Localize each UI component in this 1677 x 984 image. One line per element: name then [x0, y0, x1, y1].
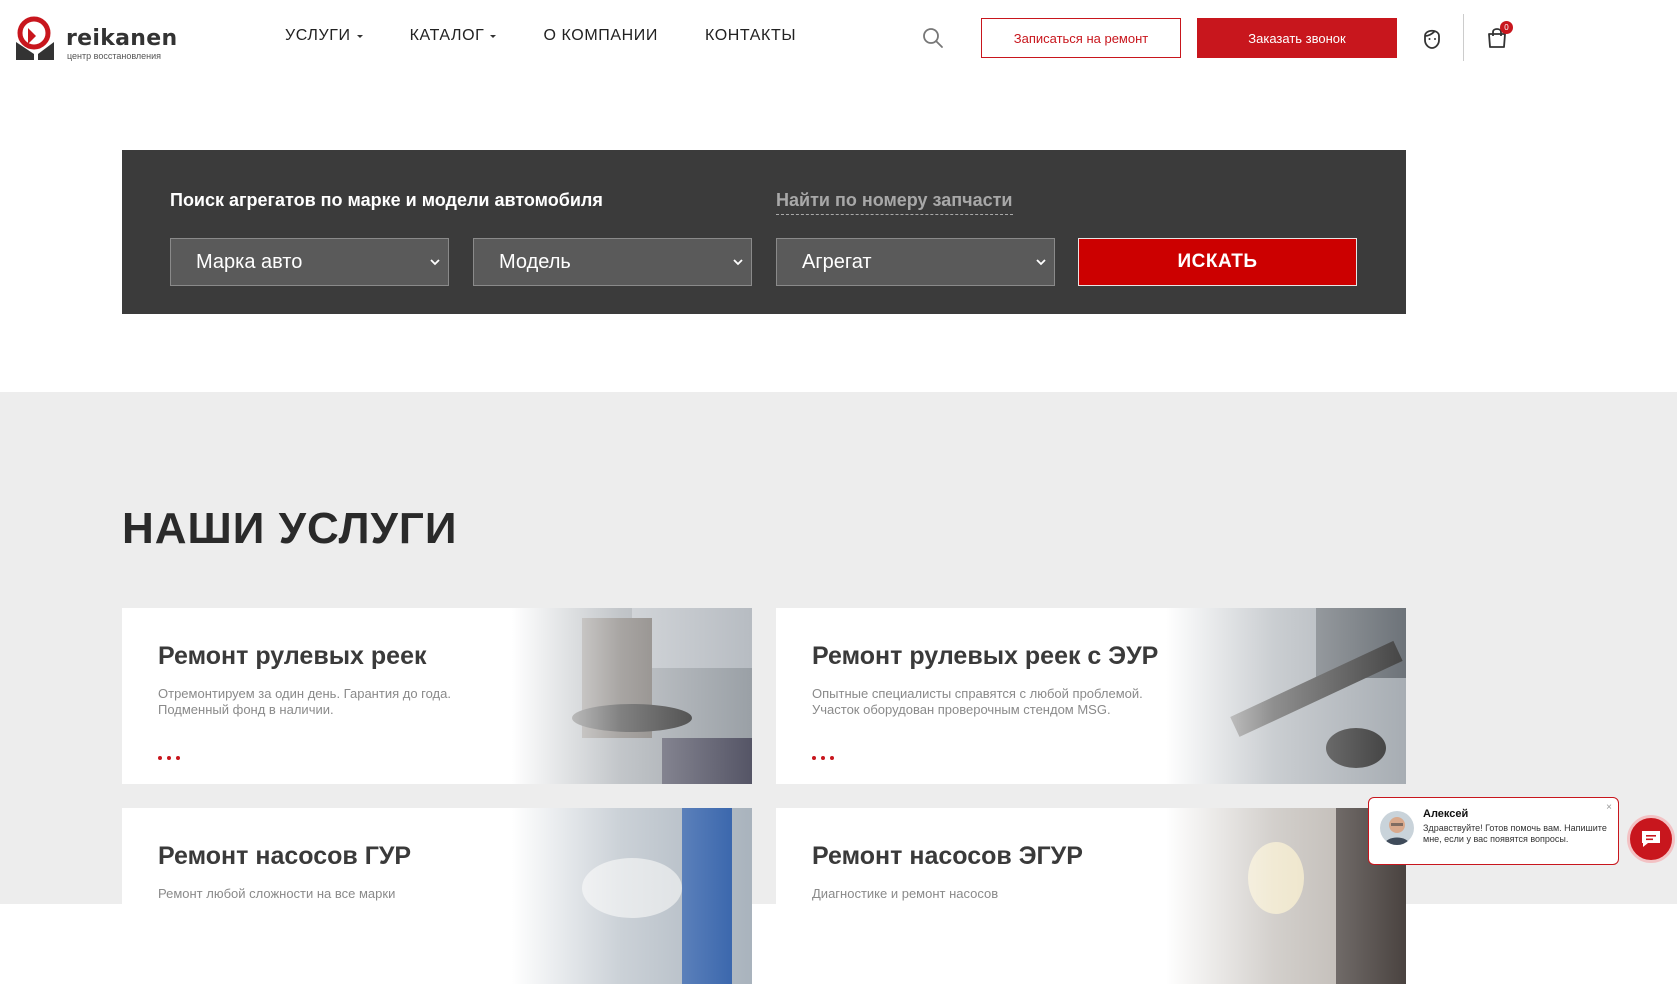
site-header: reikanen центр восстановления УСЛУГИ КАТ… [0, 0, 1677, 76]
close-icon[interactable]: × [1606, 802, 1612, 813]
card-description: Опытные специалисты справятся с любой пр… [812, 686, 1143, 717]
service-card-eps-rack[interactable]: Ремонт рулевых реек с ЭУР Опытные специа… [776, 608, 1406, 784]
part-number-search-link[interactable]: Найти по номеру запчасти [776, 190, 1013, 215]
search-submit-button[interactable]: ИСКАТЬ [1078, 238, 1357, 286]
search-panel-title: Поиск агрегатов по марке и модели автомо… [170, 190, 603, 210]
pump-photo [512, 808, 752, 984]
service-card-steering-rack[interactable]: Ремонт рулевых реек Отремонтируем за оди… [122, 608, 752, 784]
card-title: Ремонт насосов ЭГУР [812, 842, 1083, 870]
more-dots-icon [158, 756, 180, 760]
car-model-select[interactable]: Модель [473, 238, 752, 286]
chevron-down-icon [1036, 259, 1046, 266]
logo-name: reikanen [66, 26, 178, 51]
chevron-down-icon [430, 259, 440, 266]
eps-rack-photo [1166, 608, 1406, 784]
service-card-ehps-pump[interactable]: Ремонт насосов ЭГУР Диагностике и ремонт… [776, 808, 1406, 984]
main-nav: УСЛУГИ КАТАЛОГ О КОМПАНИИ КОНТАКТЫ [285, 27, 843, 45]
nav-item-contacts[interactable]: КОНТАКТЫ [705, 27, 796, 45]
mechanic-photo [512, 608, 752, 784]
logo-tagline: центр восстановления [67, 51, 162, 61]
chat-open-button[interactable] [1627, 815, 1675, 863]
chat-greeting-popup[interactable]: Алексей Здравствуйте! Готов помочь вам. … [1368, 797, 1619, 865]
unit-value: Агрегат [802, 250, 872, 273]
card-title: Ремонт насосов ГУР [158, 842, 412, 870]
user-icon[interactable] [1421, 26, 1443, 50]
search-icon[interactable] [922, 27, 944, 49]
card-description: Отремонтируем за один день. Гарантия до … [158, 686, 451, 717]
nav-item-label: О КОМПАНИИ [543, 27, 658, 44]
card-title: Ремонт рулевых реек с ЭУР [812, 642, 1159, 670]
nav-item-catalog[interactable]: КАТАЛОГ [410, 27, 497, 45]
logo[interactable]: reikanen центр восстановления [14, 14, 184, 62]
nav-item-about[interactable]: О КОМПАНИИ [543, 27, 658, 45]
car-brand-value: Марка авто [196, 250, 303, 273]
nav-item-services[interactable]: УСЛУГИ [285, 27, 363, 45]
card-description: Диагностике и ремонт насосов [812, 886, 999, 901]
caret-down-icon [490, 34, 497, 38]
services-title: НАШИ УСЛУГИ [122, 504, 458, 553]
cart-count-badge: 0 [1500, 21, 1513, 34]
request-callback-button[interactable]: Заказать звонок [1197, 18, 1397, 58]
chat-icon [1642, 831, 1660, 847]
service-card-power-steering-pump[interactable]: Ремонт насосов ГУР Ремонт любой сложност… [122, 808, 752, 984]
nav-item-label: УСЛУГИ [285, 27, 351, 44]
nav-item-label: КАТАЛОГ [409, 27, 485, 44]
chat-message: Здравствуйте! Готов помочь вам. Напишите… [1423, 823, 1607, 844]
chevron-down-icon [733, 259, 743, 266]
more-dots-icon [812, 756, 834, 760]
car-model-value: Модель [499, 250, 571, 273]
unit-select[interactable]: Агрегат [776, 238, 1055, 286]
logo-mark-icon [16, 16, 54, 60]
car-brand-select[interactable]: Марка авто [170, 238, 449, 286]
agent-name: Алексей [1423, 808, 1469, 820]
nav-item-label: КОНТАКТЫ [704, 27, 797, 44]
vehicle-search-panel: Поиск агрегатов по марке и модели автомо… [122, 150, 1406, 314]
header-divider [1463, 14, 1464, 61]
caret-down-icon [356, 34, 363, 38]
book-repair-button[interactable]: Записаться на ремонт [981, 18, 1181, 58]
card-title: Ремонт рулевых реек [158, 642, 427, 670]
agent-avatar [1380, 811, 1414, 845]
card-description: Ремонт любой сложности на все марки [158, 886, 396, 901]
